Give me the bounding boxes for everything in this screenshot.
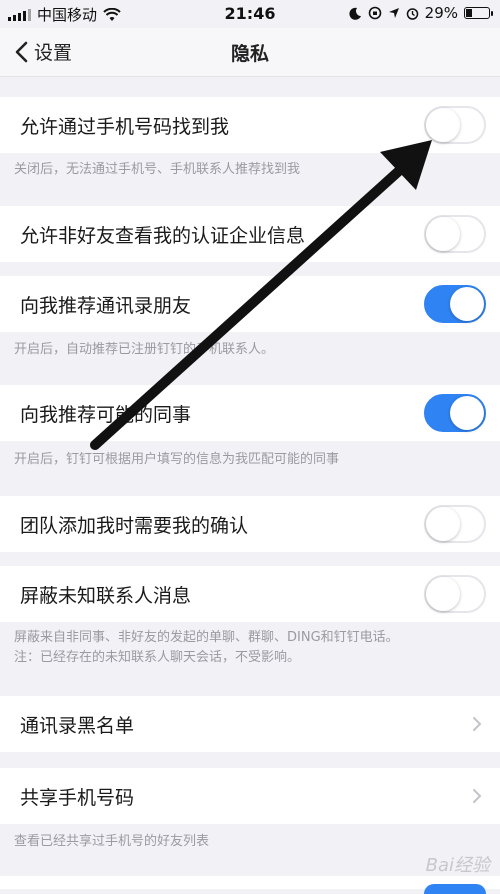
setting-note: 屏蔽来自非同事、非好友的发起的单聊、群聊、DING和钉钉电话。 注：已经存在的未… <box>14 628 494 668</box>
rotation-lock-icon <box>368 6 381 20</box>
partial-toggle[interactable] <box>424 884 486 894</box>
moon-icon <box>349 7 361 20</box>
block-unknown-toggle[interactable] <box>424 575 486 613</box>
nav-bar: 设置 隐私 <box>0 28 500 77</box>
note-line: 注：已经存在的未知联系人聊天会话，不受影响。 <box>14 650 301 665</box>
recommend-colleagues-toggle[interactable] <box>424 394 486 432</box>
setting-note: 开启后，自动推荐已注册钉钉的手机联系人。 <box>14 342 275 357</box>
alarm-icon <box>406 7 418 20</box>
status-bar: 中国移动 21:46 29% <box>0 0 500 28</box>
chevron-right-icon <box>473 717 482 731</box>
team-add-confirm-toggle[interactable] <box>424 505 486 543</box>
battery-icon <box>464 7 493 19</box>
setting-note: 查看已经共享过手机号的好友列表 <box>14 834 210 849</box>
setting-recommend-colleagues: 向我推荐可能的同事 <box>0 385 500 441</box>
setting-enterprise-info: 允许非好友查看我的认证企业信息 <box>0 206 500 262</box>
battery-percent: 29% <box>424 4 458 22</box>
setting-team-add-confirm: 团队添加我时需要我的确认 <box>0 496 500 552</box>
chevron-right-icon <box>473 789 482 803</box>
row-label: 共享手机号码 <box>20 786 135 809</box>
setting-note: 开启后，钉钉可根据用户填写的信息为我匹配可能的同事 <box>14 452 340 467</box>
contacts-blacklist-row[interactable]: 通讯录黑名单 <box>0 696 500 752</box>
enterprise-info-toggle[interactable] <box>424 215 486 253</box>
note-line: 屏蔽来自非同事、非好友的发起的单聊、群聊、DING和钉钉电话。 <box>14 630 399 645</box>
location-icon <box>388 8 399 18</box>
recommend-contacts-toggle[interactable] <box>424 285 486 323</box>
setting-block-unknown: 屏蔽未知联系人消息 <box>0 566 500 622</box>
watermark: Bai经验 <box>425 855 490 876</box>
setting-find-by-phone: 允许通过手机号码找到我 <box>0 97 500 153</box>
next-row-partial <box>0 876 500 894</box>
find-by-phone-toggle[interactable] <box>424 106 486 144</box>
setting-recommend-contacts: 向我推荐通讯录朋友 <box>0 276 500 332</box>
status-bar-right: 29% <box>349 4 493 22</box>
shared-phone-row[interactable]: 共享手机号码 <box>0 768 500 824</box>
page-title: 隐私 <box>230 43 269 65</box>
setting-note: 关闭后，无法通过手机号、手机联系人推荐找到我 <box>14 162 301 177</box>
row-label: 通讯录黑名单 <box>20 714 135 737</box>
